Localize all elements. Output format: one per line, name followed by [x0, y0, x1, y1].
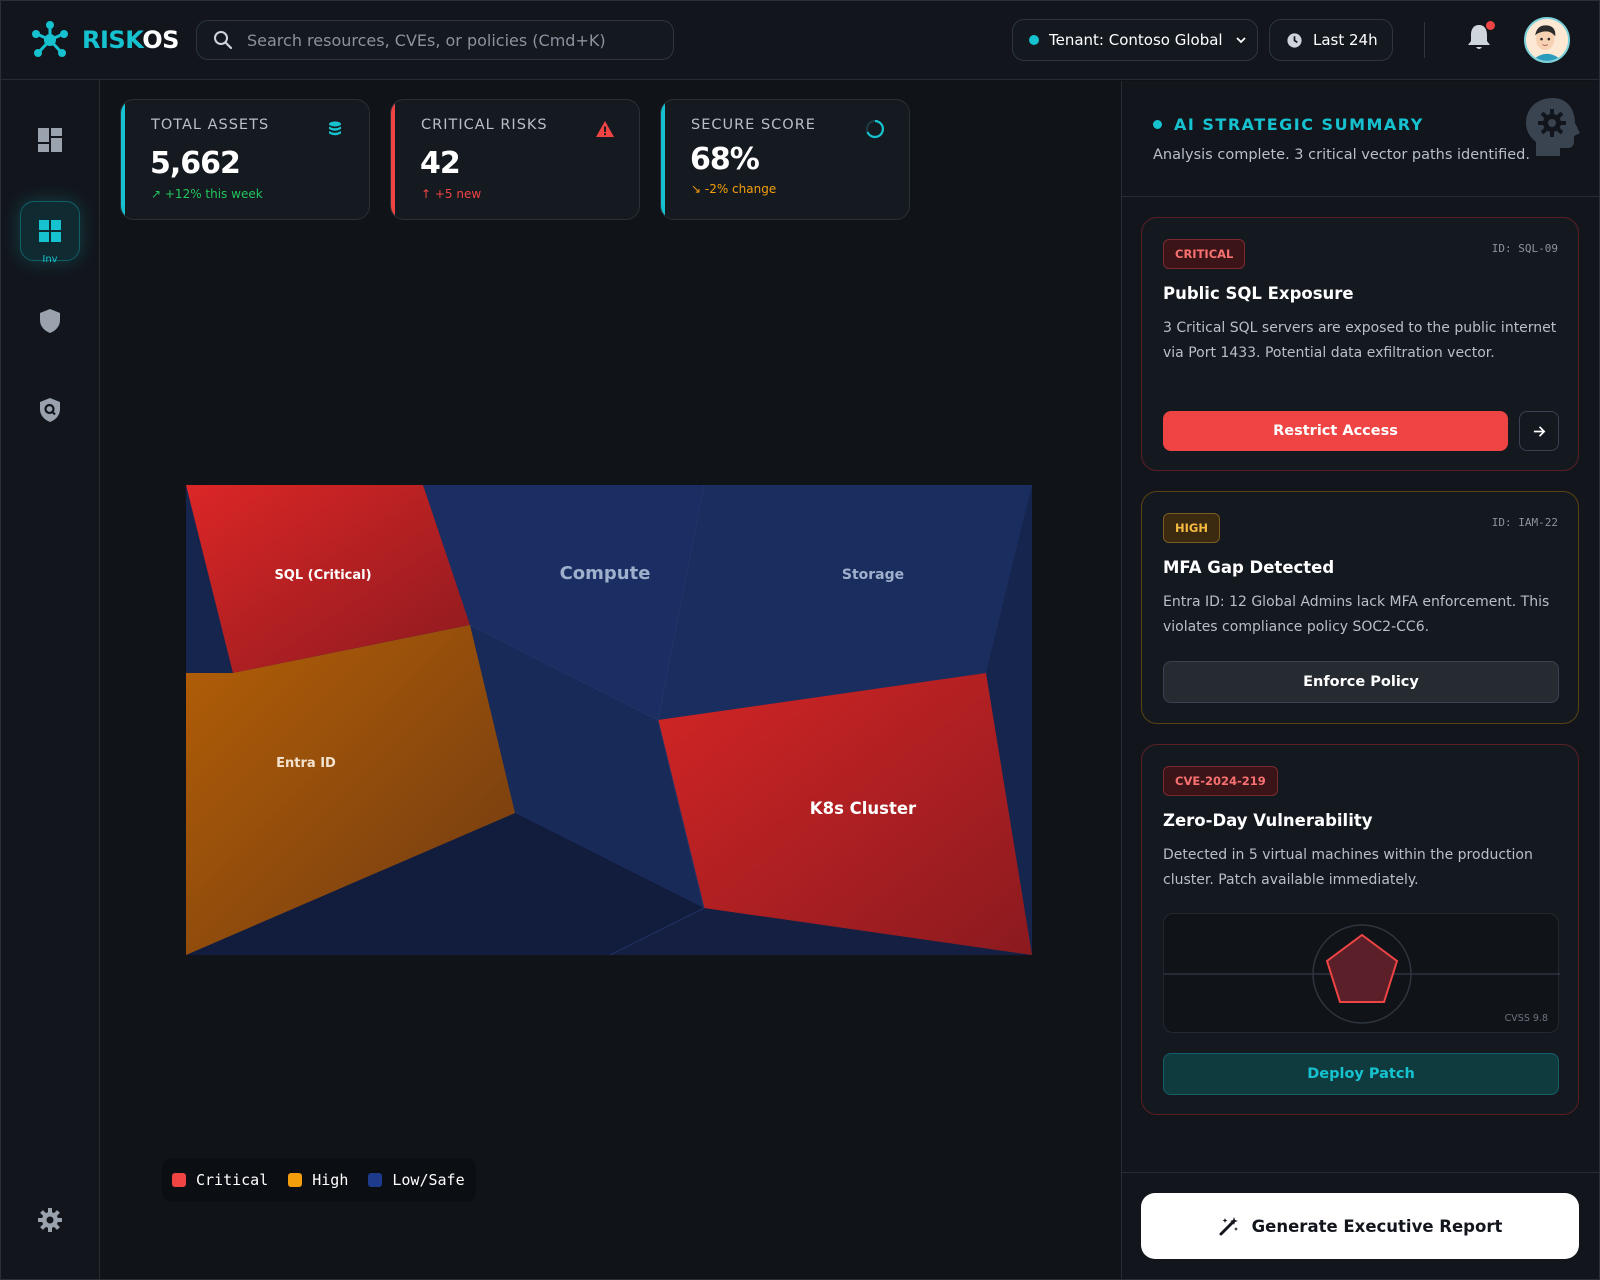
- cve-badge: CVE-2024-219: [1163, 766, 1278, 796]
- risk-card-zero-day[interactable]: CVE-2024-219 Zero-Day Vulnerability Dete…: [1141, 744, 1579, 1115]
- gear-icon: [38, 1208, 62, 1232]
- enforce-policy-button[interactable]: Enforce Policy: [1163, 661, 1559, 703]
- kpi-accent-bar: [121, 100, 125, 219]
- risk-id: ID: IAM-22: [1491, 516, 1558, 529]
- kpi-value: 42: [420, 146, 461, 181]
- report-divider: [1121, 1172, 1600, 1173]
- kpi-value: 68%: [690, 142, 760, 177]
- sidebar-item-dashboard[interactable]: [20, 110, 80, 170]
- sidebar-item-inventory-label: Inv: [42, 254, 58, 265]
- ai-brain-gear-icon: [1526, 98, 1580, 156]
- warning-icon: [596, 121, 614, 137]
- severity-badge: HIGH: [1163, 513, 1220, 543]
- kpi-value: 5,662: [150, 146, 241, 181]
- summary-subtitle: Analysis complete. 3 critical vector pat…: [1153, 147, 1530, 163]
- search-icon: [214, 31, 233, 50]
- molecule-logo-icon: [32, 21, 68, 57]
- card-details-button[interactable]: [1519, 411, 1559, 451]
- user-avatar[interactable]: [1524, 17, 1570, 63]
- kpi-critical-risks[interactable]: CRITICAL RISKS 42 ↑ +5 new: [390, 99, 640, 220]
- risk-title: MFA Gap Detected: [1163, 558, 1335, 577]
- risk-description: Entra ID: 12 Global Admins lack MFA enfo…: [1163, 594, 1550, 635]
- generate-report-label: Generate Executive Report: [1251, 1216, 1503, 1236]
- kpi-delta: ↘ -2% change: [691, 182, 777, 196]
- trend-down-icon: ↘: [691, 182, 705, 196]
- legend-item-critical: Critical: [172, 1171, 268, 1189]
- main-canvas: [101, 81, 1121, 1280]
- risk-card-sql[interactable]: CRITICAL ID: SQL-09 Public SQL Exposure …: [1141, 217, 1579, 471]
- cvss-pentagon-chart: [1164, 924, 1560, 1024]
- time-range-label: Last 24h: [1313, 31, 1378, 49]
- app-title: RISKOS: [82, 26, 179, 54]
- shield-search-icon: [40, 398, 60, 422]
- trend-up-icon: ↗: [151, 187, 165, 201]
- restrict-access-button[interactable]: Restrict Access: [1163, 411, 1508, 451]
- deploy-patch-button[interactable]: Deploy Patch: [1163, 1053, 1559, 1095]
- progress-ring-icon: [865, 119, 885, 139]
- risk-title: Zero-Day Vulnerability: [1163, 811, 1373, 830]
- clock-icon: [1287, 32, 1302, 48]
- sidebar-item-threat-search[interactable]: [20, 380, 80, 440]
- avatar-face-icon: [1526, 19, 1568, 61]
- kpi-accent-bar: [391, 100, 395, 219]
- sidebar-item-security[interactable]: [20, 291, 80, 351]
- shield-icon: [40, 309, 60, 333]
- summary-title: AI STRATEGIC SUMMARY: [1153, 115, 1424, 134]
- risk-description: Detected in 5 virtual machines within th…: [1163, 847, 1533, 888]
- app-logo[interactable]: RISKOS: [30, 20, 179, 60]
- kpi-label: SECURE SCORE: [691, 117, 816, 133]
- sidebar-item-inventory[interactable]: [20, 201, 80, 261]
- tenant-status-dot: [1029, 35, 1039, 45]
- cvss-visual: CVSS 9.8: [1163, 913, 1560, 1033]
- cvss-score-label: CVSS 9.8: [1504, 1013, 1548, 1024]
- kpi-total-assets[interactable]: TOTAL ASSETS 5,662 ↗ +12% this week: [120, 99, 370, 220]
- kpi-label: CRITICAL RISKS: [421, 117, 548, 133]
- risk-description: 3 Critical SQL servers are exposed to th…: [1163, 320, 1557, 361]
- database-icon: [329, 121, 341, 136]
- arrow-up-icon: ↑: [421, 187, 435, 201]
- kpi-secure-score[interactable]: SECURE SCORE 68% ↘ -2% change: [660, 99, 910, 220]
- header-divider: [1424, 22, 1425, 58]
- chevron-down-icon: [1235, 37, 1246, 44]
- kpi-label: TOTAL ASSETS: [151, 117, 270, 133]
- legend-item-high: High: [288, 1171, 348, 1189]
- dashboard-icon: [38, 128, 62, 152]
- search-input[interactable]: [247, 30, 673, 50]
- treemap-legend: Critical High Low/Safe: [162, 1158, 476, 1202]
- severity-badge: CRITICAL: [1163, 239, 1246, 269]
- search-bar[interactable]: [196, 20, 674, 60]
- kpi-delta: ↗ +12% this week: [151, 187, 263, 201]
- arrow-right-icon: [1533, 425, 1545, 437]
- risk-id: ID: SQL-09: [1491, 242, 1558, 255]
- tenant-selector[interactable]: Tenant: Contoso Global: [1012, 19, 1258, 61]
- kpi-delta: ↑ +5 new: [421, 187, 482, 201]
- tenant-label: Tenant: Contoso Global: [1049, 31, 1223, 49]
- notification-dot: [1486, 21, 1495, 30]
- status-dot: [1153, 120, 1162, 129]
- time-range-button[interactable]: Last 24h: [1269, 19, 1393, 61]
- risk-card-mfa[interactable]: HIGH ID: IAM-22 MFA Gap Detected Entra I…: [1141, 491, 1579, 724]
- magic-wand-icon: [1219, 1217, 1238, 1236]
- sidebar-item-settings[interactable]: [20, 1190, 80, 1250]
- legend-item-low: Low/Safe: [368, 1171, 465, 1189]
- risk-title: Public SQL Exposure: [1163, 284, 1354, 303]
- kpi-accent-bar: [661, 100, 665, 219]
- grid-icon: [39, 220, 61, 242]
- generate-report-button[interactable]: Generate Executive Report: [1141, 1193, 1579, 1259]
